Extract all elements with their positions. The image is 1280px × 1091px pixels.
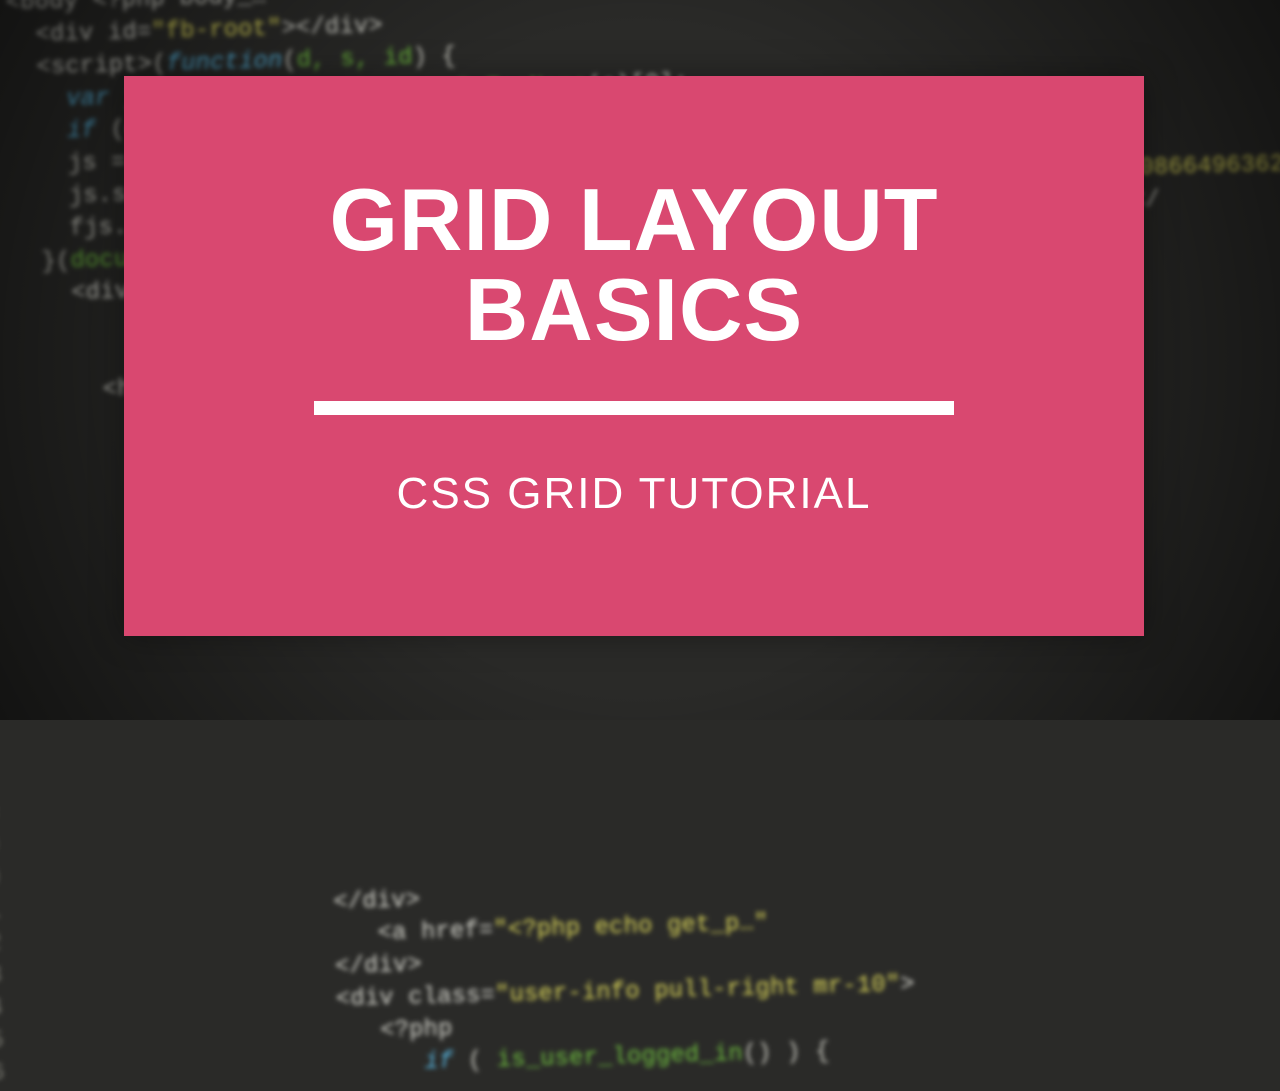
- title-line-2: BASICS: [465, 260, 804, 359]
- title-line-1: GRID LAYOUT: [329, 170, 938, 269]
- divider-rule: [314, 401, 954, 415]
- main-title: GRID LAYOUT BASICS: [329, 175, 938, 355]
- subtitle: CSS GRID TUTORIAL: [397, 469, 872, 519]
- title-card: GRID LAYOUT BASICS CSS GRID TUTORIAL: [124, 76, 1144, 636]
